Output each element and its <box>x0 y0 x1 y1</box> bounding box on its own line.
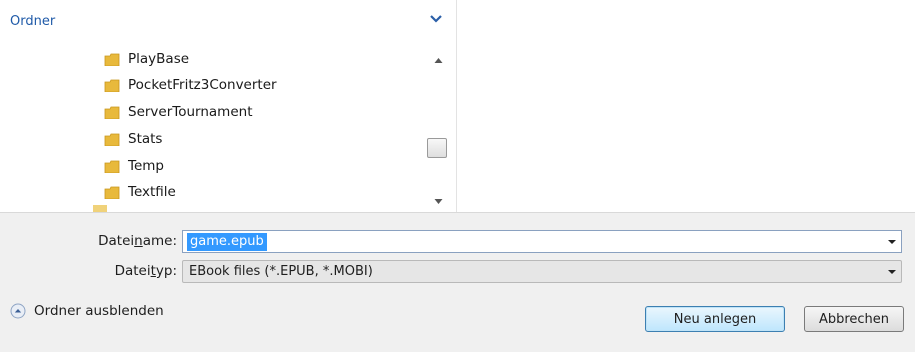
navigation-pane: Ordner PlayBase PocketFritz3Converter Se… <box>0 0 457 212</box>
dropdown-arrow-icon[interactable] <box>887 237 897 247</box>
folder-item[interactable]: PlayBase <box>104 48 189 70</box>
chevron-down-icon[interactable] <box>426 10 446 28</box>
scroll-up-arrow-icon[interactable] <box>423 52 454 70</box>
scrollbar-thumb[interactable] <box>427 138 447 158</box>
navigation-title: Ordner <box>10 14 56 29</box>
folder-label: Stats <box>128 131 163 147</box>
folder-item[interactable]: Textfile <box>104 181 176 203</box>
filename-field[interactable]: game.epub <box>182 230 902 253</box>
folder-icon <box>104 79 120 92</box>
filename-value[interactable]: game.epub <box>187 233 267 251</box>
collapse-up-icon[interactable] <box>10 303 26 319</box>
folder-label: Temp <box>128 158 164 174</box>
vertical-scrollbar[interactable] <box>423 46 454 212</box>
folder-label: PlayBase <box>128 51 190 67</box>
folder-label: PocketFritz3Converter <box>128 77 277 93</box>
folder-icon <box>104 106 120 119</box>
save-options-panel: Dateiname: game.epub Dateityp: EBook fil… <box>0 212 915 352</box>
folder-item[interactable]: PocketFritz3Converter <box>104 74 277 96</box>
navigation-header[interactable]: Ordner <box>0 0 456 38</box>
filetype-select[interactable]: EBook files (*.EPUB, *.MOBI) <box>182 260 902 283</box>
folder-tree: PlayBase PocketFritz3Converter ServerTou… <box>0 46 420 212</box>
hide-folders-label: Ordner ausblenden <box>34 303 164 319</box>
folder-icon <box>104 186 120 199</box>
filetype-label: Dateityp: <box>114 263 177 279</box>
folder-item[interactable]: ServerTournament <box>104 101 253 123</box>
folder-label: ServerTournament <box>128 104 253 120</box>
folder-icon <box>104 160 120 173</box>
scroll-down-arrow-icon[interactable] <box>423 192 454 210</box>
filetype-value: EBook files (*.EPUB, *.MOBI) <box>189 264 373 279</box>
folder-icon <box>93 205 107 212</box>
folder-browser: Ordner PlayBase PocketFritz3Converter Se… <box>0 0 915 212</box>
create-button[interactable]: Neu anlegen <box>645 306 785 332</box>
folder-item[interactable]: Stats <box>104 128 162 150</box>
folder-icon <box>104 133 120 146</box>
folder-item[interactable]: Temp <box>104 155 164 177</box>
dropdown-arrow-icon[interactable] <box>887 267 897 277</box>
filename-label: Dateiname: <box>98 233 177 249</box>
folder-label: Textfile <box>128 184 176 200</box>
folder-icon <box>104 53 120 66</box>
cancel-button[interactable]: Abbrechen <box>804 306 904 332</box>
hide-folders-toggle[interactable]: Ordner ausblenden <box>10 303 164 319</box>
